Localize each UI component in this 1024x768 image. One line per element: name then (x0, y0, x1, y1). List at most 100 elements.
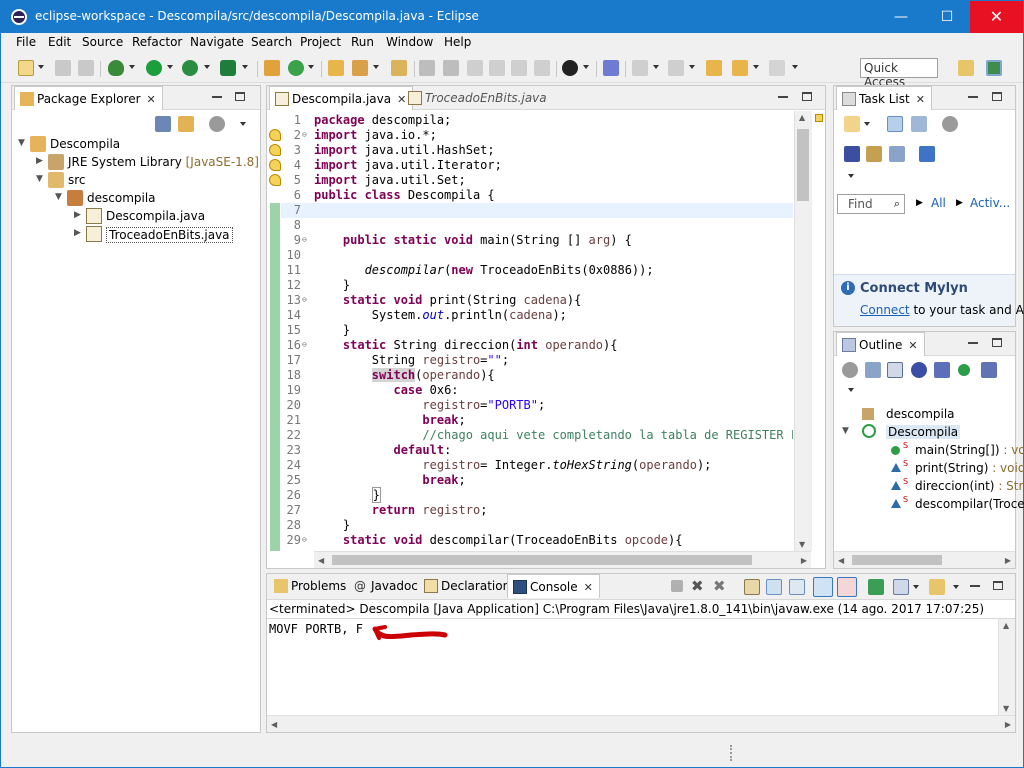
filter-icon[interactable] (866, 146, 882, 162)
close-icon[interactable]: ✕ (147, 93, 156, 106)
expand-chevron-icon[interactable]: ▼ (55, 192, 62, 202)
warning-icon[interactable] (269, 159, 281, 171)
hide-static-icon[interactable] (934, 362, 950, 378)
console-output-area[interactable]: MOVF PORTB, F ▲ ▼ ◀ ▶ (267, 618, 1015, 732)
maximize-view-icon[interactable] (992, 338, 1002, 347)
warning-icon[interactable] (269, 174, 281, 186)
warning-icon[interactable] (269, 129, 281, 141)
tab-console[interactable]: Console ✕ (507, 574, 600, 598)
display-console-dropdown-icon[interactable] (913, 585, 919, 589)
coverage-dropdown-icon[interactable] (204, 65, 210, 69)
debug-icon[interactable] (108, 60, 124, 76)
scroll-left-icon[interactable]: ◀ (271, 720, 277, 729)
new-java-class-icon[interactable] (288, 60, 304, 76)
menu-refactor[interactable]: Refactor (132, 35, 182, 49)
skip-breakpoints-icon[interactable] (603, 60, 619, 76)
java-perspective-icon[interactable] (986, 60, 1002, 76)
minimize-button[interactable]: — (878, 1, 924, 33)
editor-vertical-scrollbar[interactable]: ▲ ▼ (794, 111, 811, 551)
debug-dropdown-icon[interactable] (129, 65, 135, 69)
open-console-dropdown-icon[interactable] (953, 585, 959, 589)
external-tools-dropdown-icon[interactable] (242, 65, 248, 69)
external-tools-icon[interactable] (220, 60, 236, 76)
back-icon[interactable] (732, 60, 748, 76)
open-perspective-icon[interactable] (958, 60, 974, 76)
last-edit-location-icon[interactable] (706, 60, 722, 76)
quick-access-input[interactable]: Quick Access (860, 58, 938, 89)
scroll-lock-icon[interactable] (766, 579, 782, 595)
view-menu-icon[interactable] (848, 174, 854, 178)
menu-navigate[interactable]: Navigate (190, 35, 244, 49)
hide-completed-icon[interactable] (844, 146, 860, 162)
fold-icon[interactable]: ⊖ (302, 235, 307, 244)
clear-console-icon[interactable] (744, 579, 760, 595)
view-menu-icon[interactable] (848, 388, 854, 392)
open-console-icon[interactable] (929, 579, 945, 595)
menu-run[interactable]: Run (351, 35, 374, 49)
pencil-icon[interactable] (443, 60, 459, 76)
collapse-chevron-icon[interactable]: ▶ (74, 228, 81, 238)
save-all-icon[interactable] (78, 60, 94, 76)
overview-warning-icon[interactable] (815, 114, 823, 122)
expand-chevron-icon[interactable]: ▼ (36, 174, 43, 184)
open-task-icon[interactable] (391, 60, 407, 76)
word-wrap-icon[interactable] (789, 579, 805, 595)
profile-dropdown-icon[interactable] (583, 65, 589, 69)
new-java-package-icon[interactable] (264, 60, 280, 76)
new-class-dropdown-icon[interactable] (308, 65, 314, 69)
all-tasks-link[interactable]: All (931, 196, 946, 210)
scroll-up-icon[interactable]: ▲ (1003, 621, 1009, 630)
menu-edit[interactable]: Edit (48, 35, 71, 49)
menu-project[interactable]: Project (300, 35, 341, 49)
scroll-down-icon[interactable]: ▼ (799, 540, 805, 549)
minimize-view-icon[interactable] (968, 342, 978, 344)
menu-file[interactable]: File (16, 35, 36, 49)
toggle-block-icon[interactable] (489, 60, 505, 76)
maximize-button[interactable]: ☐ (924, 1, 970, 33)
fold-icon[interactable]: ⊖ (302, 535, 307, 544)
search-icon[interactable]: ⌕ (894, 197, 900, 211)
console-vertical-scrollbar[interactable]: ▲ ▼ (998, 619, 1015, 715)
chevron-right-icon[interactable]: ▶ (956, 198, 963, 208)
sort-icon[interactable] (887, 362, 903, 378)
collapse-all-icon[interactable] (155, 116, 171, 132)
tab-javadoc[interactable]: @ Javadoc (349, 574, 424, 598)
chevron-right-icon[interactable]: ▶ (916, 198, 923, 208)
search-icon[interactable] (352, 60, 368, 76)
new-icon[interactable] (18, 60, 34, 76)
status-bar-handle[interactable] (730, 745, 736, 761)
focus-on-task-icon[interactable] (842, 362, 858, 378)
terminate-icon[interactable] (671, 580, 683, 592)
remove-all-terminated-icon[interactable]: ✖ (713, 577, 726, 595)
show-whitespace-icon[interactable] (511, 60, 527, 76)
forward-dropdown-icon[interactable] (792, 65, 798, 69)
focus-on-task-icon[interactable] (209, 116, 225, 132)
categorized-icon[interactable] (887, 116, 903, 132)
tab-problems[interactable]: Problems (269, 574, 352, 598)
close-icon[interactable]: ✕ (584, 581, 593, 594)
show-on-stdout-icon[interactable] (813, 577, 833, 597)
tab-troceado-java[interactable]: TroceadoEnBits.java (403, 86, 553, 110)
hide-local-types-icon[interactable] (981, 362, 997, 378)
scroll-down-icon[interactable]: ▼ (1003, 704, 1009, 713)
menu-source[interactable]: Source (82, 35, 123, 49)
outline-horizontal-scrollbar[interactable]: ◀ ▶ (834, 551, 1015, 568)
maximize-view-icon[interactable] (235, 92, 245, 101)
scheduled-icon[interactable] (911, 116, 927, 132)
expand-chevron-icon[interactable]: ▼ (842, 426, 849, 436)
synchronize-icon[interactable] (919, 146, 935, 162)
fold-icon[interactable]: ⊖ (302, 295, 307, 304)
next-annotation-icon[interactable] (632, 60, 648, 76)
pin-console-icon[interactable] (868, 579, 884, 595)
focus-workweek-icon[interactable] (942, 116, 958, 132)
scroll-left-icon[interactable]: ◀ (838, 556, 844, 565)
new-task-dropdown-icon[interactable] (864, 122, 870, 126)
coverage-icon[interactable] (182, 60, 198, 76)
link-with-editor-icon[interactable] (178, 116, 194, 132)
paragraph-icon[interactable] (534, 60, 550, 76)
collapse-all-icon[interactable] (865, 362, 881, 378)
close-icon[interactable]: ✕ (916, 93, 925, 106)
maximize-view-icon[interactable] (802, 92, 812, 101)
remove-launch-icon[interactable]: ✖ (691, 577, 704, 595)
scroll-right-icon[interactable]: ▶ (801, 556, 807, 565)
